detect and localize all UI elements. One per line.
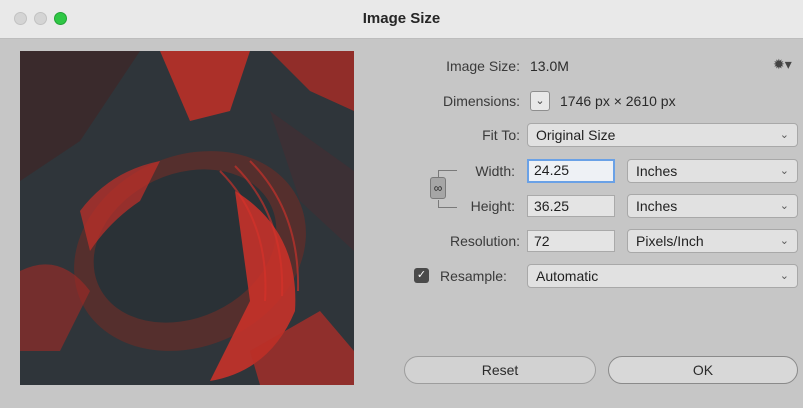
chevron-down-icon: ⌄ — [779, 235, 789, 247]
window-title: Image Size — [362, 10, 441, 27]
resolution-unit-select[interactable]: Pixels/Inch ⌄ — [627, 229, 798, 253]
width-unit-select[interactable]: Inches ⌄ — [627, 159, 798, 183]
height-label: Height: — [470, 198, 515, 214]
width-label: Width: — [475, 163, 515, 179]
fit-to-label: Fit To: — [482, 127, 520, 143]
resolution-input[interactable]: 72 — [527, 230, 615, 252]
image-preview[interactable] — [20, 51, 354, 385]
dimensions-label: Dimensions: — [442, 93, 520, 109]
preview-artwork — [20, 51, 354, 385]
fit-to-select[interactable]: Original Size ⌄ — [527, 123, 798, 147]
dimensions-units-toggle[interactable]: ⌄ — [530, 91, 550, 111]
ok-button[interactable]: OK — [608, 356, 798, 384]
resolution-unit-selected: Pixels/Inch — [636, 233, 704, 249]
width-input[interactable]: 24.25 — [527, 159, 615, 183]
chevron-down-icon: ⌄ — [779, 270, 789, 282]
height-unit-select[interactable]: Inches ⌄ — [627, 194, 798, 218]
resample-selected: Automatic — [536, 268, 599, 284]
chevron-down-icon: ⌄ — [535, 95, 545, 107]
resample-checkbox[interactable]: ✓ — [414, 268, 429, 283]
reset-button[interactable]: Reset — [404, 356, 596, 384]
width-unit-selected: Inches — [636, 163, 678, 179]
chevron-down-icon: ⌄ — [779, 200, 789, 212]
image-size-value: 13.0M — [530, 58, 569, 74]
dimensions-value: 1746 px × 2610 px — [560, 93, 676, 109]
resolution-label: Resolution: — [449, 233, 520, 249]
chevron-down-icon: ⌄ — [779, 165, 789, 177]
title-bar: Image Size — [0, 0, 803, 39]
chevron-down-icon: ⌄ — [779, 129, 789, 141]
chain-link-icon[interactable]: ∞ — [430, 177, 446, 199]
checkmark-icon: ✓ — [416, 269, 427, 281]
gear-icon[interactable]: ✹▾ — [773, 56, 792, 73]
image-size-label: Image Size: — [446, 58, 520, 74]
height-input[interactable]: 36.25 — [527, 195, 615, 217]
height-unit-selected: Inches — [636, 198, 678, 214]
resample-label: Resample: — [440, 268, 507, 284]
resample-select[interactable]: Automatic ⌄ — [527, 264, 798, 288]
image-size-dialog: Image Size Image Size: 13.0M ✹▾ Dimensio… — [0, 0, 803, 408]
fit-to-selected: Original Size — [536, 127, 616, 143]
